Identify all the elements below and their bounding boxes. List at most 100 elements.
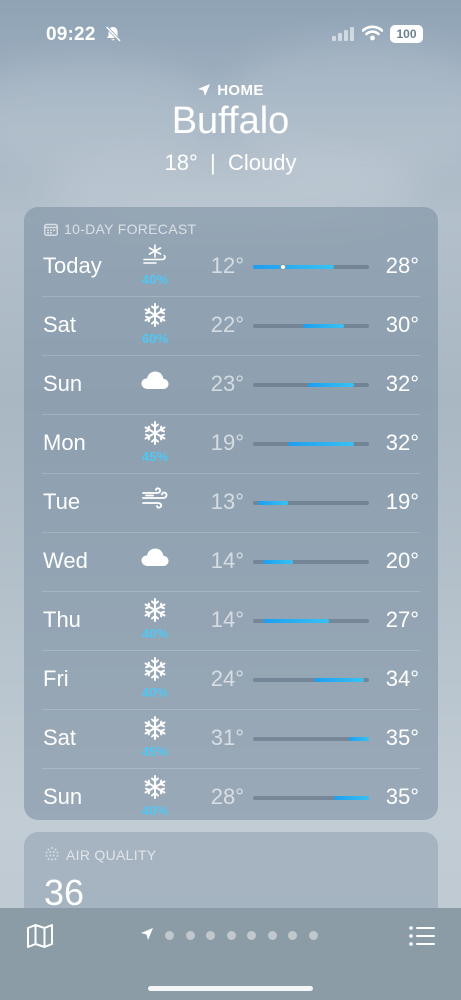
page-dot[interactable] bbox=[165, 931, 174, 940]
forecast-row[interactable]: Fri 40% 24° 34° bbox=[24, 650, 438, 709]
forecast-row[interactable]: Sun 40% 28° 35° bbox=[24, 768, 438, 827]
forecast-day: Today bbox=[43, 253, 102, 278]
page-dot[interactable] bbox=[267, 931, 277, 940]
cloud-icon bbox=[140, 369, 170, 391]
row-divider bbox=[42, 591, 420, 592]
temp-range-fill bbox=[308, 383, 354, 387]
forecast-day: Sat bbox=[43, 725, 77, 750]
high-temp: 32° bbox=[385, 371, 419, 396]
snowflake-icon bbox=[140, 656, 170, 682]
temp-range-bar bbox=[253, 560, 369, 564]
row-divider bbox=[42, 414, 420, 415]
location-label: HOME bbox=[0, 82, 461, 99]
ten-day-forecast-card[interactable]: 10-DAY FORECAST Today 40% 12° 28° Sat 60% 22° 3… bbox=[24, 207, 438, 820]
low-temp: 31° bbox=[210, 725, 244, 750]
forecast-row[interactable]: Mon 45% 19° 32° bbox=[24, 414, 438, 473]
precip-chance: 40% bbox=[141, 803, 169, 818]
battery-indicator: 100 bbox=[390, 25, 423, 43]
air-quality-header: AIR QUALITY bbox=[44, 846, 156, 863]
high-temp: 19° bbox=[385, 489, 419, 514]
row-divider bbox=[42, 650, 420, 651]
page-dot[interactable] bbox=[206, 931, 215, 940]
row-divider bbox=[42, 768, 420, 769]
low-temp: 14° bbox=[210, 607, 244, 632]
current-location-arrow-icon bbox=[141, 928, 153, 940]
current-temp: 18° bbox=[164, 150, 198, 175]
temp-range-fill bbox=[258, 501, 289, 505]
map-button[interactable] bbox=[26, 923, 54, 954]
cloud-icon bbox=[140, 546, 170, 568]
calendar-icon bbox=[44, 223, 58, 236]
low-temp: 19° bbox=[210, 430, 244, 455]
precip-chance: 45% bbox=[141, 449, 169, 464]
snow-wind-icon bbox=[140, 243, 170, 265]
page-dot[interactable] bbox=[185, 931, 195, 940]
forecast-row[interactable]: Wed 14° 20° bbox=[24, 532, 438, 591]
forecast-day: Tue bbox=[43, 489, 81, 514]
forecast-day: Mon bbox=[43, 430, 86, 455]
temp-range-bar bbox=[253, 678, 369, 682]
forecast-row[interactable]: Today 40% 12° 28° bbox=[24, 237, 438, 296]
list-icon bbox=[409, 926, 435, 946]
snowflake-icon bbox=[140, 420, 170, 446]
temp-range-fill bbox=[313, 678, 364, 682]
air-quality-title: AIR QUALITY bbox=[66, 847, 157, 863]
condition-text: Cloudy bbox=[227, 150, 297, 175]
row-divider bbox=[42, 296, 420, 297]
forecast-row[interactable]: Sun 23° 32° bbox=[24, 355, 438, 414]
forecast-row[interactable]: Thu 40% 14° 27° bbox=[24, 591, 438, 650]
row-divider bbox=[42, 532, 420, 533]
low-temp: 13° bbox=[210, 489, 244, 514]
high-temp: 35° bbox=[385, 784, 419, 809]
high-temp: 32° bbox=[385, 430, 419, 455]
snowflake-icon bbox=[140, 715, 170, 741]
forecast-row[interactable]: Sat 45% 31° 35° bbox=[24, 709, 438, 768]
temp-range-bar bbox=[253, 383, 369, 387]
temp-range-bar bbox=[253, 737, 369, 741]
cellular-signal-icon bbox=[332, 27, 354, 46]
page-dot[interactable] bbox=[247, 931, 256, 940]
city-name: Buffalo bbox=[171, 100, 290, 142]
location-arrow-icon bbox=[198, 84, 211, 96]
forecast-day: Wed bbox=[43, 548, 88, 573]
forecast-day: Sun bbox=[43, 371, 83, 396]
page-dot[interactable] bbox=[226, 931, 236, 940]
forecast-row[interactable]: Tue 13° 19° bbox=[24, 473, 438, 532]
silent-bell-icon bbox=[104, 25, 122, 48]
precip-chance: 40% bbox=[141, 272, 169, 287]
home-indicator[interactable] bbox=[148, 986, 313, 991]
temp-range-bar bbox=[253, 619, 369, 623]
temp-range-fill bbox=[263, 560, 294, 564]
forecast-row[interactable]: Sat 60% 22° 30° bbox=[24, 296, 438, 355]
forecast-title: 10-DAY FORECAST bbox=[64, 221, 197, 237]
temp-range-bar bbox=[253, 501, 369, 505]
wind-icon bbox=[140, 487, 170, 509]
temp-range-fill bbox=[333, 796, 369, 800]
locations-list-button[interactable] bbox=[408, 925, 436, 952]
high-temp: 30° bbox=[385, 312, 419, 337]
temp-range-bar bbox=[253, 442, 369, 446]
high-temp: 34° bbox=[385, 666, 419, 691]
map-icon bbox=[27, 924, 53, 948]
precip-chance: 60% bbox=[141, 331, 169, 346]
row-divider bbox=[42, 355, 420, 356]
page-dot[interactable] bbox=[308, 931, 318, 940]
precip-chance: 40% bbox=[141, 685, 169, 700]
forecast-day: Sat bbox=[43, 312, 77, 337]
low-temp: 14° bbox=[210, 548, 244, 573]
high-temp: 28° bbox=[385, 253, 419, 278]
high-temp: 27° bbox=[385, 607, 419, 632]
low-temp: 12° bbox=[210, 253, 244, 278]
high-temp: 35° bbox=[385, 725, 419, 750]
precip-chance: 40% bbox=[141, 626, 169, 641]
page-dot[interactable] bbox=[288, 931, 297, 940]
snowflake-icon bbox=[140, 774, 170, 800]
temp-range-fill bbox=[303, 324, 344, 328]
temp-range-fill bbox=[288, 442, 354, 446]
temp-range-fill bbox=[348, 737, 369, 741]
low-temp: 22° bbox=[210, 312, 244, 337]
temp-range-bar bbox=[253, 796, 369, 800]
temp-range-fill bbox=[253, 265, 334, 269]
status-time: 09:22 bbox=[46, 24, 96, 45]
low-temp: 28° bbox=[210, 784, 244, 809]
